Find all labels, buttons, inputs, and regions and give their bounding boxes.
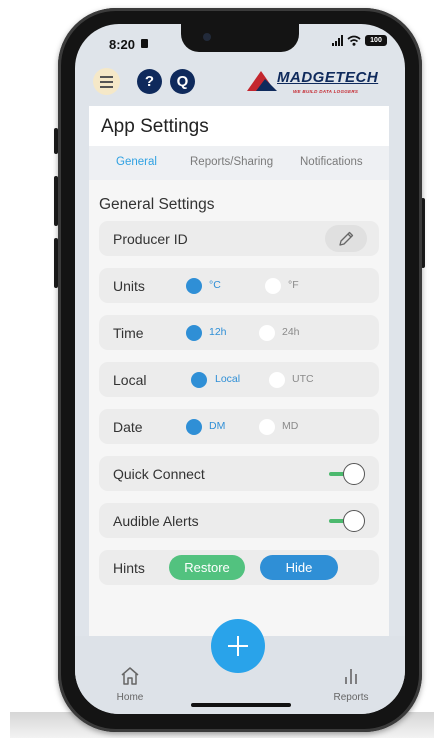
brand-tagline: WE BUILD DATA LOGGERS bbox=[293, 89, 359, 94]
date-md-label: MD bbox=[282, 420, 299, 432]
nav-home-label: Home bbox=[116, 692, 144, 703]
phone-screen: 8:20 100 ? Q MADGETECH WE BUILD DATA LOG… bbox=[75, 24, 405, 714]
producer-id-row: Producer ID bbox=[99, 221, 379, 256]
quick-connect-toggle[interactable] bbox=[329, 463, 367, 485]
battery-level: 100 bbox=[370, 37, 382, 44]
pencil-icon bbox=[339, 231, 354, 246]
restore-button[interactable]: Restore bbox=[169, 555, 245, 580]
local-utc-label: UTC bbox=[292, 373, 314, 385]
units-fahrenheit-radio[interactable] bbox=[265, 278, 281, 294]
help-icon-glyph: ? bbox=[144, 73, 155, 90]
tab-reports-sharing[interactable]: Reports/Sharing bbox=[190, 156, 273, 168]
time-12h-radio[interactable] bbox=[186, 325, 202, 341]
units-label: Units bbox=[113, 278, 145, 294]
quick-connect-row: Quick Connect bbox=[99, 456, 379, 491]
signal-icon bbox=[332, 35, 343, 46]
camera-icon bbox=[203, 33, 211, 41]
add-button[interactable] bbox=[211, 619, 265, 673]
nav-reports-label: Reports bbox=[333, 692, 369, 703]
quick-connect-label: Quick Connect bbox=[113, 466, 205, 482]
time-label: Time bbox=[113, 325, 144, 341]
hints-row: Hints Restore Hide bbox=[99, 550, 379, 585]
help-icon[interactable]: ? bbox=[137, 69, 162, 94]
audible-alerts-toggle[interactable] bbox=[329, 510, 367, 532]
home-indicator bbox=[191, 703, 291, 707]
time-24h-radio[interactable] bbox=[259, 325, 275, 341]
hamburger-menu-icon[interactable] bbox=[93, 68, 120, 95]
bottom-nav: Home Reports bbox=[75, 619, 405, 714]
logo-mountain-icon bbox=[247, 71, 277, 91]
units-celsius-radio[interactable] bbox=[186, 278, 202, 294]
audible-alerts-row: Audible Alerts bbox=[99, 503, 379, 538]
producer-id-label: Producer ID bbox=[113, 231, 188, 247]
units-celsius-label: °C bbox=[209, 279, 221, 291]
home-icon bbox=[121, 667, 139, 685]
status-time: 8:20 bbox=[109, 37, 136, 52]
time-24h-label: 24h bbox=[282, 326, 300, 338]
tab-bar: General Reports/Sharing Notifications bbox=[89, 146, 389, 180]
time-12h-label: 12h bbox=[209, 326, 227, 338]
brand-name: MADGETECH bbox=[277, 69, 379, 86]
date-dm-label: DM bbox=[209, 420, 226, 432]
nav-home[interactable]: Home bbox=[105, 666, 155, 703]
units-row: Units °C °F bbox=[99, 268, 379, 303]
connect-icon-glyph: Q bbox=[176, 73, 189, 90]
date-dm-radio[interactable] bbox=[186, 419, 202, 435]
battery-icon: 100 bbox=[365, 35, 387, 46]
card-header: App Settings bbox=[89, 106, 389, 146]
top-bar: ? Q MADGETECH WE BUILD DATA LOGGERS bbox=[75, 60, 405, 104]
producer-id-edit-button[interactable] bbox=[325, 225, 367, 252]
date-md-radio[interactable] bbox=[259, 419, 275, 435]
audible-alerts-label: Audible Alerts bbox=[113, 513, 199, 529]
notch bbox=[181, 24, 299, 52]
tab-general[interactable]: General bbox=[116, 156, 157, 168]
section-title: General Settings bbox=[99, 196, 215, 213]
local-local-label: Local bbox=[215, 373, 241, 385]
units-fahrenheit-label: °F bbox=[288, 279, 299, 291]
local-row: Local Local UTC bbox=[99, 362, 379, 397]
nav-reports[interactable]: Reports bbox=[326, 666, 376, 703]
local-local-radio[interactable] bbox=[191, 372, 207, 388]
date-row: Date DM MD bbox=[99, 409, 379, 444]
date-label: Date bbox=[113, 419, 143, 435]
hide-button[interactable]: Hide bbox=[260, 555, 338, 580]
wifi-icon bbox=[347, 35, 361, 46]
local-label: Local bbox=[113, 372, 147, 388]
settings-card: App Settings General Reports/Sharing Not… bbox=[89, 106, 389, 636]
connect-icon[interactable]: Q bbox=[170, 69, 195, 94]
status-icons: 100 bbox=[332, 35, 387, 46]
phone-frame: 8:20 100 ? Q MADGETECH WE BUILD DATA LOG… bbox=[58, 8, 422, 732]
hints-label: Hints bbox=[113, 560, 145, 576]
reports-bar-icon bbox=[345, 669, 357, 684]
tab-notifications[interactable]: Notifications bbox=[300, 156, 363, 168]
madgetech-logo: MADGETECH WE BUILD DATA LOGGERS bbox=[247, 68, 397, 98]
plus-icon bbox=[228, 636, 248, 656]
time-row: Time 12h 24h bbox=[99, 315, 379, 350]
page-title: App Settings bbox=[101, 116, 209, 137]
screen-lock-icon bbox=[141, 39, 148, 48]
local-utc-radio[interactable] bbox=[269, 372, 285, 388]
